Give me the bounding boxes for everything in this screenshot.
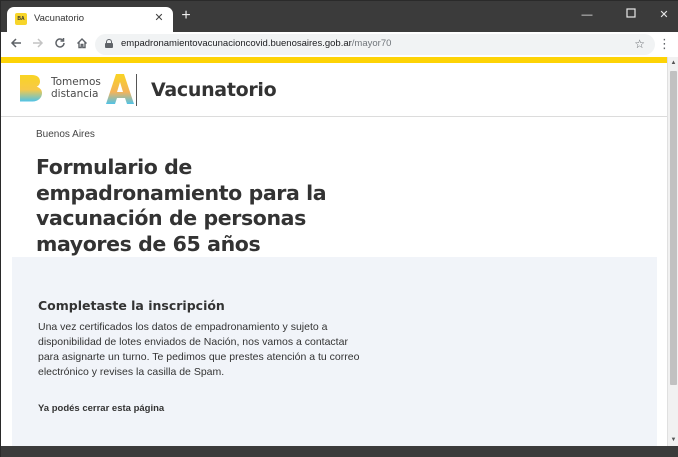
scrollbar-thumb[interactable] (670, 71, 677, 385)
confirmation-message: Una vez certificados los datos de empadr… (38, 320, 360, 380)
new-tab-plus-icon[interactable]: + (179, 8, 193, 24)
url-path: /mayor70 (351, 38, 392, 49)
site-name[interactable]: Vacunatorio (151, 79, 277, 101)
lock-icon[interactable] (105, 39, 113, 48)
browser-tab[interactable]: BA Vacunatorio ✕ (7, 7, 173, 32)
logo-divider (136, 74, 137, 106)
maximize-icon[interactable] (624, 8, 638, 22)
tab-title: Vacunatorio (34, 13, 84, 24)
message-line: disponibilidad de lotes enviados de Naci… (38, 336, 348, 348)
vertical-scrollbar[interactable]: ▲ ▼ (667, 57, 678, 446)
logo-line-1: Tomemos (51, 76, 101, 88)
window-bottom-edge (1, 446, 678, 457)
breadcrumb[interactable]: Buenos Aires (36, 129, 95, 140)
browser-window: BA Vacunatorio ✕ + — ✕ empadronamientova… (0, 0, 678, 457)
window-close-icon[interactable]: ✕ (657, 8, 671, 22)
more-vert-icon[interactable]: ⋮ (658, 37, 671, 51)
reload-icon[interactable] (53, 37, 67, 51)
url-domain: empadronamientovacunacioncovid.buenosair… (121, 38, 352, 49)
message-line: electrónico y revises la casilla de Spam… (38, 366, 225, 378)
favicon-icon: BA (15, 13, 27, 25)
scroll-up-arrow-icon[interactable]: ▲ (668, 57, 678, 69)
page-title-line: vacunación de personas (36, 206, 306, 230)
bookmark-star-icon[interactable]: ☆ (634, 37, 645, 51)
address-bar[interactable]: empadronamientovacunacioncovid.buenosair… (95, 34, 655, 55)
logo-tagline: Tomemos distancia (51, 76, 101, 100)
confirmation-heading: Completaste la inscripción (38, 298, 225, 313)
back-arrow-icon[interactable] (9, 37, 23, 51)
home-icon[interactable] (75, 37, 89, 51)
forward-arrow-icon[interactable] (31, 37, 45, 51)
logo-a-icon (106, 74, 134, 104)
page-title-line: mayores de 65 años (36, 231, 261, 256)
logo-line-2: distancia (51, 88, 99, 100)
browser-toolbar: empadronamientovacunacioncovid.buenosair… (1, 32, 678, 57)
close-page-note: Ya podés cerrar esta página (38, 403, 165, 414)
url-text[interactable]: empadronamientovacunacioncovid.buenosair… (121, 38, 391, 49)
message-line: para asignarte un turno. Te pedimos que … (38, 351, 360, 363)
minimize-icon[interactable]: — (580, 8, 594, 22)
confirmation-panel: Completaste la inscripción Una vez certi… (12, 257, 657, 446)
page-title-line: Formulario de (36, 155, 192, 179)
page-title: Formulario de empadronamiento para la va… (36, 155, 366, 257)
browser-titlebar: BA Vacunatorio ✕ + — ✕ (1, 1, 678, 32)
tab-close-icon[interactable]: ✕ (152, 11, 166, 25)
ba-logo-icon[interactable] (18, 74, 44, 104)
page-title-line: empadronamiento para la (36, 180, 327, 205)
page-viewport: Tomemos distancia Vacunatorio Buenos Air… (1, 57, 667, 446)
message-line: Una vez certificados los datos de empadr… (38, 321, 328, 333)
site-header: Tomemos distancia Vacunatorio (1, 63, 667, 117)
scroll-down-arrow-icon[interactable]: ▼ (668, 434, 678, 446)
